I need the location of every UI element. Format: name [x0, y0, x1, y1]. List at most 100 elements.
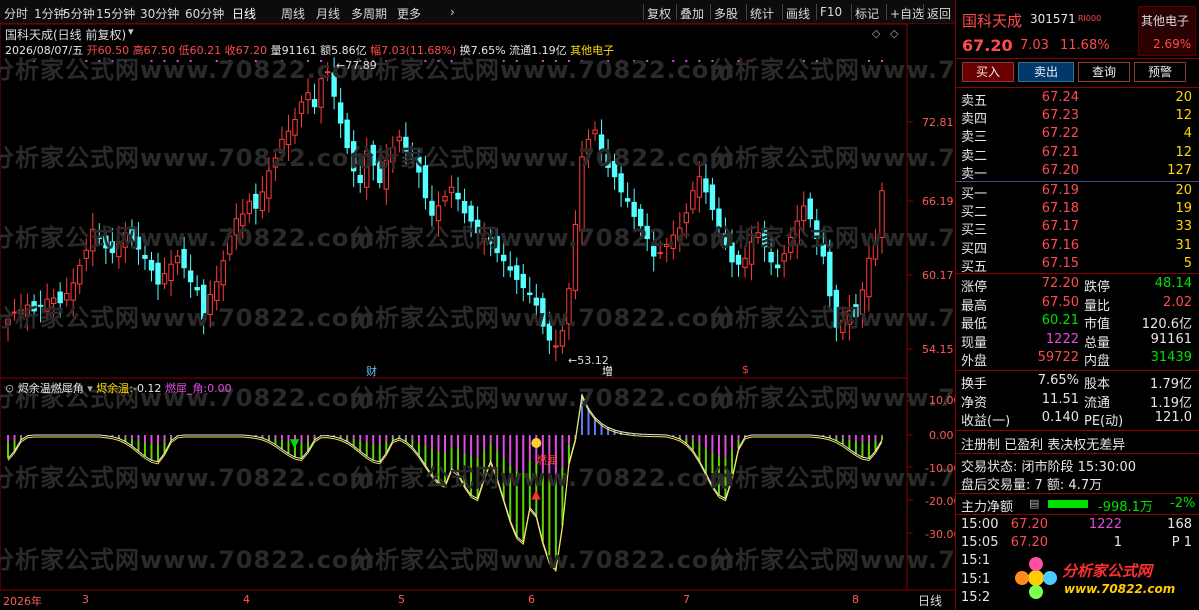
ask-price: 67.20 [1041, 162, 1079, 178]
signal-dot [46, 60, 49, 62]
ask-volume: 12 [1175, 144, 1192, 160]
signal-dot [163, 60, 166, 62]
ask-level-label: 卖五 [961, 94, 988, 109]
candle-body [801, 205, 807, 222]
chart-option-icon[interactable]: ◇ [872, 27, 880, 40]
stat-value: 121.0 [1154, 410, 1192, 426]
query-button[interactable]: 查询 [1078, 62, 1130, 82]
stat-value: 1.79亿 [1150, 377, 1192, 392]
stat-value: 0.140 [1041, 410, 1079, 426]
candle-body [755, 232, 761, 238]
signal-dot [737, 60, 740, 62]
candle-body [142, 254, 148, 259]
tick-volume: 1222 [1088, 517, 1122, 532]
stat-label: 净资 [961, 395, 988, 411]
indicator-toggle-icon[interactable]: ⊙ [5, 382, 14, 395]
candle-body [429, 200, 435, 216]
alert-button[interactable]: 预警 [1134, 62, 1186, 82]
quote-panel: 国科天成 301571 RI000 其他电子 2.69% 67.20 7.03 … [955, 0, 1199, 610]
candle-body [618, 173, 624, 193]
x-label: 4 [243, 593, 250, 606]
buy-button[interactable]: 买入 [962, 62, 1014, 82]
candle-body [624, 198, 631, 202]
event-mark-finance[interactable]: 财 [366, 363, 377, 379]
candle-body [514, 265, 520, 280]
candle-body [494, 235, 500, 254]
candle-body [703, 178, 709, 193]
ask-volume: 127 [1167, 162, 1192, 178]
ask-volume: 12 [1175, 108, 1192, 124]
candle-body [442, 196, 448, 202]
candle-body [148, 259, 155, 271]
candle-body [155, 262, 161, 285]
signal-dot [489, 60, 492, 62]
candle-body [331, 72, 337, 97]
x-label: 8 [852, 593, 859, 606]
stat-label: 现量 [961, 335, 988, 351]
stat-value: 72.20 [1041, 276, 1079, 291]
period-label[interactable]: 日线 [918, 592, 942, 609]
chart-close-icon[interactable]: ◇ [890, 27, 898, 40]
stat-value: 59722 [1037, 350, 1079, 366]
candle-body [637, 208, 644, 227]
indicator-dropdown-icon[interactable]: ▾ [87, 382, 93, 395]
candle-body [18, 309, 24, 315]
stat-value: 2.02 [1163, 294, 1192, 310]
signal-dot [685, 60, 688, 62]
stat-label: 收益(一) [961, 414, 1011, 430]
y-label: 66.19 [922, 195, 954, 208]
candle-body [664, 243, 670, 247]
stat-value: 48.14 [1154, 276, 1192, 291]
candle-body [24, 304, 31, 317]
x-label: 6 [528, 593, 535, 606]
divider [956, 87, 1199, 88]
stat-label: 换手 [961, 377, 988, 392]
candle-body [122, 232, 129, 248]
tick-time: 15:1 [961, 553, 991, 569]
candle-body [337, 102, 344, 124]
kline-chart[interactable]: ▼▲ [0, 0, 955, 610]
main-flow-icon[interactable]: ▤ [1029, 497, 1039, 510]
candle-body [807, 198, 813, 220]
candle-body [768, 252, 774, 263]
candle-body [246, 200, 253, 215]
candle-body [181, 248, 187, 269]
candle-body [735, 254, 742, 265]
signal-dot [646, 60, 649, 62]
event-mark-dividend[interactable]: $ [742, 363, 749, 376]
signal-dot [554, 60, 557, 62]
y-label: 72.81 [922, 116, 954, 129]
signal-dot [424, 60, 427, 62]
event-mark-increase[interactable]: 增 [602, 363, 613, 379]
coin-icon [531, 438, 542, 448]
candle-body [872, 243, 879, 260]
site-logo: 分析家公式网 www.70822.com [1008, 554, 1196, 606]
stat-label: 市值 [1084, 317, 1111, 333]
title-dropdown-icon[interactable]: ▾ [128, 25, 134, 38]
tick-time: 15:1 [961, 571, 991, 587]
sector-badge[interactable]: 其他电子 2.69% [1138, 6, 1196, 56]
signal-dot [763, 60, 766, 62]
candle-body [350, 141, 357, 172]
last-price: 67.20 [962, 36, 1013, 55]
signal-dot [815, 60, 818, 62]
candle-body [298, 101, 305, 114]
bid-price: 67.19 [1041, 183, 1079, 198]
candle-body [435, 205, 442, 222]
candle-body [879, 190, 885, 238]
trade-status: 交易状态: 闭市阶段 15:30:00 [961, 460, 1137, 475]
signal-dot [59, 60, 62, 62]
sell-button[interactable]: 卖出 [1018, 62, 1074, 82]
signal-dot [881, 60, 883, 62]
candle-body [50, 297, 57, 305]
main-flow-pct: -2% [1170, 496, 1196, 511]
candle-body [116, 241, 122, 258]
candle-body [364, 150, 370, 188]
ask-price: 67.21 [1041, 144, 1079, 160]
signal-dot [711, 60, 714, 62]
candle-body [722, 233, 729, 245]
stat-label: 最高 [961, 298, 988, 314]
price-change: 7.03 [1020, 38, 1049, 53]
signal-dot [215, 60, 218, 62]
candle-body [559, 330, 566, 347]
